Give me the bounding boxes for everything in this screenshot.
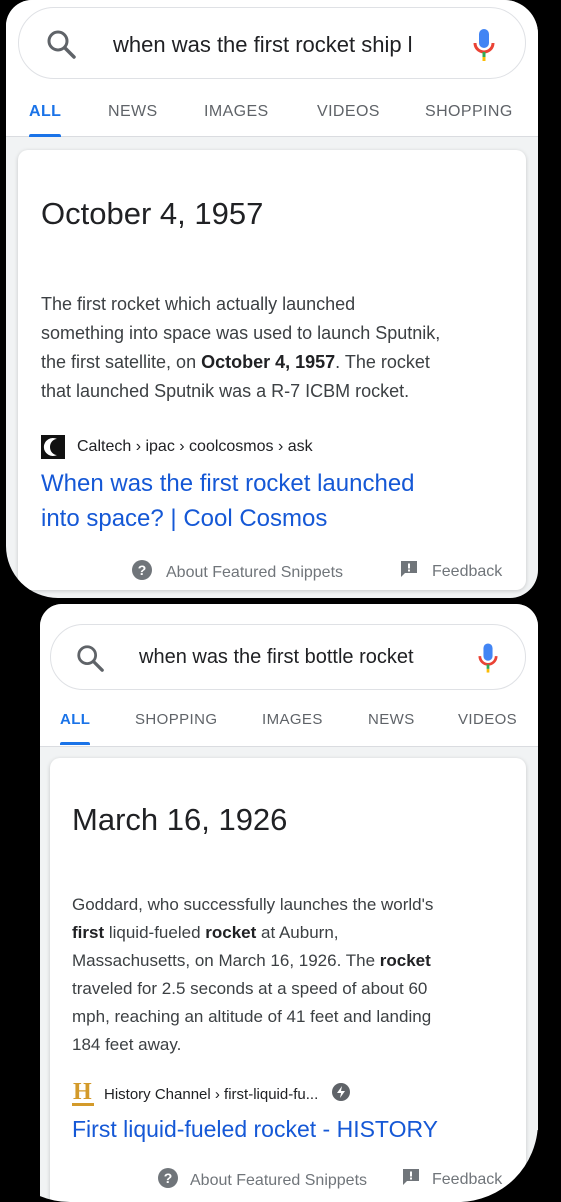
history-channel-logo-icon: H (72, 1080, 94, 1106)
about-featured-snippets-link[interactable]: ? About Featured Snippets (158, 1168, 367, 1193)
microphone-icon[interactable] (478, 642, 498, 674)
result-link[interactable]: When was the first rocket launched into … (41, 466, 511, 536)
featured-snippet-card: October 4, 1957 The first rocket which a… (18, 150, 526, 590)
search-bar[interactable]: when was the first rocket ship l (18, 7, 526, 79)
tab-news[interactable]: NEWS (108, 88, 158, 136)
tab-news[interactable]: NEWS (368, 696, 415, 744)
search-bar[interactable]: when was the first bottle rocket (50, 624, 526, 690)
screenshot-panel-2: when was the first bottle rocket ALL SHO… (40, 604, 538, 1202)
source-breadcrumb[interactable]: Caltech › ipac › coolcosmos › ask (77, 438, 313, 456)
search-input[interactable]: when was the first rocket ship l (113, 32, 449, 58)
microphone-icon[interactable] (473, 28, 495, 62)
about-featured-snippets-link[interactable]: ? About Featured Snippets (132, 560, 343, 585)
corner-mask-left (0, 1130, 100, 1202)
help-icon: ? (158, 1168, 178, 1193)
caltech-favicon-icon (41, 435, 65, 459)
search-tabs: ALL NEWS IMAGES VIDEOS SHOPPING (6, 88, 538, 137)
tab-videos[interactable]: VIDEOS (317, 88, 380, 136)
source-breadcrumb[interactable]: History Channel › first-liquid-fu... (104, 1086, 318, 1103)
search-icon[interactable] (45, 28, 77, 60)
tab-all[interactable]: ALL (60, 696, 91, 745)
svg-text:?: ? (138, 562, 147, 578)
search-icon[interactable] (75, 643, 105, 673)
tab-images[interactable]: IMAGES (262, 696, 323, 744)
tab-videos[interactable]: VIDEOS (458, 696, 517, 744)
search-tabs: ALL SHOPPING IMAGES NEWS VIDEOS (40, 696, 538, 747)
feedback-link[interactable]: Feedback (400, 560, 502, 583)
tab-shopping[interactable]: SHOPPING (135, 696, 217, 744)
tab-shopping[interactable]: SHOPPING (425, 88, 513, 136)
answer-date: March 16, 1926 (72, 802, 288, 837)
result-link[interactable]: First liquid-fueled rocket - HISTORY (72, 1112, 438, 1147)
result-source: H History Channel › first-liquid-fu... (72, 1080, 351, 1106)
feedback-icon (400, 560, 418, 583)
corner-mask-right (461, 1130, 561, 1202)
featured-snippet-card: March 16, 1926 Goddard, who successfully… (50, 758, 526, 1202)
result-source: Caltech › ipac › coolcosmos › ask (41, 435, 313, 459)
amp-lightning-icon (332, 1083, 351, 1105)
svg-text:?: ? (164, 1170, 173, 1186)
feedback-icon (402, 1168, 420, 1191)
tab-images[interactable]: IMAGES (204, 88, 269, 136)
snippet-text: The first rocket which actually launched… (41, 294, 441, 401)
snippet-text: Goddard, who successfully launches the w… (72, 895, 434, 1054)
screenshot-panel-1: when was the first rocket ship l ALL NEW… (6, 0, 538, 598)
help-icon: ? (132, 560, 152, 585)
search-input[interactable]: when was the first bottle rocket (139, 646, 445, 669)
tab-all[interactable]: ALL (29, 88, 62, 137)
answer-date: October 4, 1957 (41, 196, 264, 231)
